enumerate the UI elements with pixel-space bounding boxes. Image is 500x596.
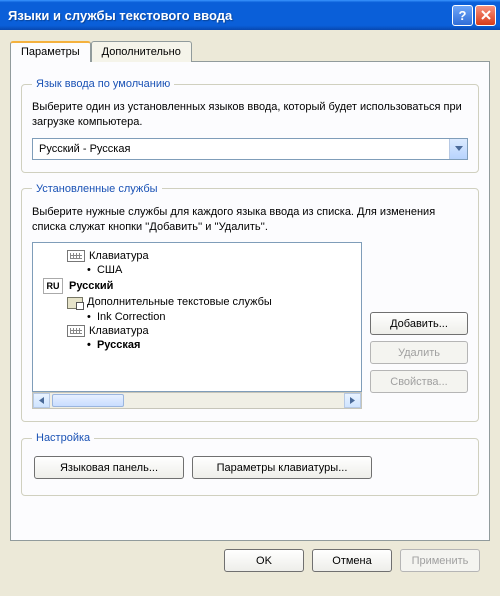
combo-selected-value: Русский - Русская [33, 143, 449, 155]
tree-keyboard-header: Клавиатура [37, 249, 357, 263]
chevron-down-icon [455, 146, 463, 152]
scroll-left-button[interactable] [33, 393, 50, 408]
default-language-combo[interactable]: Русский - Русская [32, 138, 468, 160]
tree-extra-services-header: Дополнительные текстовые службы [37, 295, 357, 309]
language-badge: RU [43, 278, 63, 294]
keyboard-icon [67, 250, 85, 262]
client-area: Параметры Дополнительно Язык ввода по ум… [0, 30, 500, 586]
group-legend: Установленные службы [32, 183, 162, 195]
group-settings: Настройка Языковая панель... Параметры к… [21, 432, 479, 496]
close-button[interactable] [475, 5, 496, 26]
properties-button: Свойства... [370, 370, 468, 393]
tabstrip: Параметры Дополнительно [10, 41, 490, 62]
tree-keyboard-header: Клавиатура [37, 324, 357, 338]
horizontal-scrollbar[interactable] [32, 392, 362, 409]
group-default-language: Язык ввода по умолчанию Выберите один из… [21, 78, 479, 173]
dialog-buttons: OK Отмена Применить [10, 541, 490, 578]
group-legend: Язык ввода по умолчанию [32, 78, 174, 90]
window-title: Языки и службы текстового ввода [8, 8, 450, 23]
keyboard-params-button[interactable]: Параметры клавиатуры... [192, 456, 372, 479]
keyboard-icon [67, 325, 85, 337]
services-tree[interactable]: Клавиатура • США RUРусский Дополнительны… [32, 242, 362, 392]
tab-label: Параметры [21, 46, 80, 58]
default-language-desc: Выберите один из установленных языков вв… [32, 100, 468, 130]
add-button[interactable]: Добавить... [370, 312, 468, 335]
tree-item[interactable]: • Ink Correction [37, 310, 357, 324]
tab-panel: Язык ввода по умолчанию Выберите один из… [10, 61, 490, 541]
help-button[interactable]: ? [452, 5, 473, 26]
group-legend: Настройка [32, 432, 94, 444]
tab-label: Дополнительно [102, 46, 181, 58]
remove-button: Удалить [370, 341, 468, 364]
cancel-button[interactable]: Отмена [312, 549, 392, 572]
tree-language-ru[interactable]: RUРусский [37, 277, 357, 295]
ok-button[interactable]: OK [224, 549, 304, 572]
chevron-right-icon [350, 397, 355, 404]
services-desc: Выберите нужные службы для каждого языка… [32, 205, 468, 235]
scroll-track[interactable] [50, 393, 344, 408]
text-services-icon [67, 297, 83, 309]
scroll-right-button[interactable] [344, 393, 361, 408]
services-side-buttons: Добавить... Удалить Свойства... [370, 242, 468, 409]
titlebar: Языки и службы текстового ввода ? [0, 0, 500, 30]
scroll-thumb[interactable] [52, 394, 124, 407]
chevron-left-icon [39, 397, 44, 404]
apply-button: Применить [400, 549, 480, 572]
tree-item[interactable]: • США [37, 263, 357, 277]
combo-dropdown-button[interactable] [449, 139, 467, 159]
close-icon [481, 10, 491, 20]
tab-params[interactable]: Параметры [10, 41, 91, 62]
language-bar-button[interactable]: Языковая панель... [34, 456, 184, 479]
group-installed-services: Установленные службы Выберите нужные слу… [21, 183, 479, 423]
tab-advanced[interactable]: Дополнительно [91, 41, 192, 62]
tree-item[interactable]: • Русская [37, 338, 357, 352]
